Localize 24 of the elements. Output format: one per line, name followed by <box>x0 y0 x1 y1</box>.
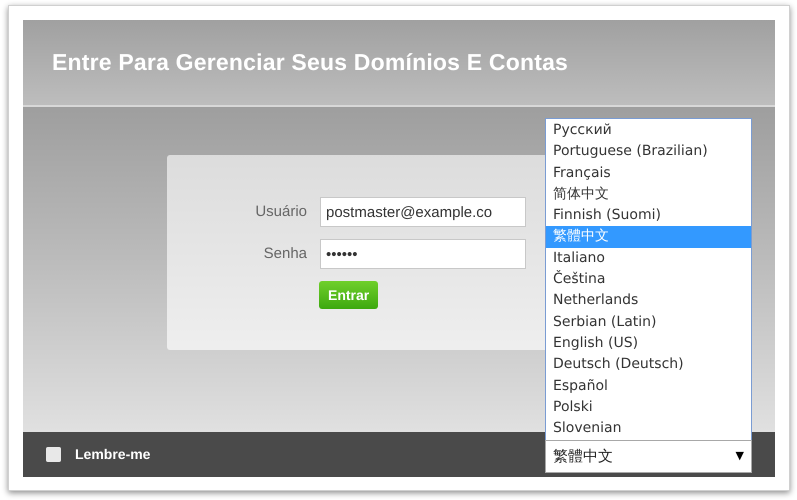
language-option[interactable]: Polski <box>546 396 751 418</box>
page-title: Entre Para Gerenciar Seus Domínios E Contas <box>52 48 568 78</box>
language-option[interactable]: English (US) <box>546 332 751 354</box>
language-option[interactable]: Français <box>546 162 751 184</box>
language-option[interactable]: Español <box>546 376 751 397</box>
input-field[interactable]: •••••• <box>320 239 526 269</box>
field-label: Senha <box>262 244 307 264</box>
language-option[interactable]: Slovenian <box>546 418 751 440</box>
language-option[interactable]: Netherlands <box>546 290 751 312</box>
language-option[interactable]: Deutsch (Deutsch) <box>546 354 751 376</box>
dropdown-arrow-icon: ▼ <box>736 448 744 465</box>
language-option[interactable]: Finnish (Suomi) <box>546 205 751 226</box>
language-option[interactable]: Portuguese (Brazilian) <box>546 141 751 163</box>
remember-label: Lembre-me <box>75 445 150 464</box>
language-option[interactable]: Italiano <box>546 248 751 270</box>
remember-checkbox[interactable] <box>46 447 61 462</box>
language-select[interactable]: 繁體中文 ▼ <box>545 440 752 473</box>
language-option[interactable]: Русский <box>546 120 751 142</box>
language-option[interactable]: Serbian (Latin) <box>546 312 751 333</box>
select-value: 繁體中文 <box>553 446 613 468</box>
input-field[interactable]: postmaster@example.co <box>320 197 526 227</box>
language-option[interactable]: 简体中文 <box>546 184 751 206</box>
language-option[interactable]: Čeština <box>546 269 751 290</box>
field-label: Usuário <box>254 202 307 222</box>
